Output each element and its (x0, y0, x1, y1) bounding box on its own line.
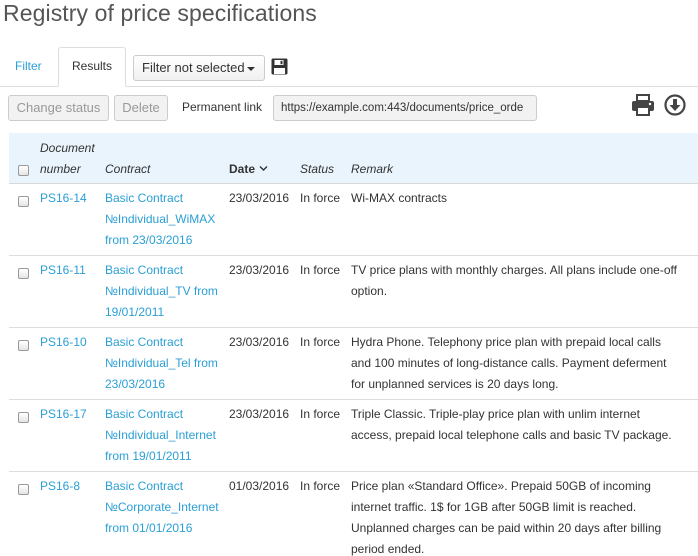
document-number-link[interactable]: PS16-14 (40, 188, 87, 209)
date-cell: 01/03/2016 (229, 479, 290, 493)
remark-line: for unplanned services is 20 days long. (351, 377, 559, 391)
document-number-link[interactable]: PS16-11 (40, 260, 86, 281)
contract-line: №Corporate_Internet (105, 500, 219, 514)
printer-icon[interactable] (631, 94, 655, 116)
remark-line: option. (351, 284, 388, 298)
filter-select[interactable]: Filter not selected (133, 55, 265, 81)
remark-cell: Wi-MAX contracts (351, 188, 447, 209)
date-cell: 23/03/2016 (229, 191, 290, 205)
status-cell: In force (300, 407, 341, 421)
floppy-disk-icon[interactable] (271, 58, 288, 75)
remark-line: Price plan «Standard Office». Prepaid 50… (351, 479, 651, 493)
table-row[interactable]: PS16-8 Basic Contract №Corporate_Interne… (9, 472, 698, 556)
table-header: Document number Contract Date Status Rem… (9, 133, 698, 184)
contract-line: Basic Contract (105, 191, 184, 205)
remark-line: period ended. (351, 542, 425, 556)
caret-down-icon (247, 67, 255, 71)
download-circle-icon[interactable] (664, 94, 686, 116)
contract-line: Basic Contract (105, 263, 184, 277)
header-status[interactable]: Status (300, 162, 334, 176)
contract-line: Basic Contract (105, 407, 184, 421)
filter-select-value: Filter not selected (142, 60, 245, 75)
header-document-line1: Document (40, 141, 95, 155)
row-checkbox[interactable] (18, 340, 29, 351)
remark-line: Hydra Phone. Telephony price plan with p… (351, 335, 661, 349)
permanent-link-label: Permanent link (182, 100, 263, 114)
remark-line: and 100 minutes of long-distance calls. … (351, 356, 667, 370)
contract-link[interactable]: Basic Contract №Individual_TV from 19/01… (105, 260, 218, 323)
contract-line: №Individual_Internet (105, 428, 216, 442)
remark-line: Triple Classic. Triple-play price plan w… (351, 407, 640, 421)
contract-line: 23/03/2016 (105, 377, 166, 391)
contract-link[interactable]: Basic Contract №Individual_Tel from 23/0… (105, 332, 218, 395)
date-cell: 23/03/2016 (229, 263, 290, 277)
contract-link[interactable]: Basic Contract №Individual_Internet from… (105, 404, 216, 467)
contract-line: №Individual_WiMAX (105, 212, 216, 226)
remark-line: Wi-MAX contracts (351, 191, 448, 205)
contract-line: №Individual_TV from (105, 284, 218, 298)
delete-button[interactable]: Delete (114, 95, 168, 121)
remark-line: TV price plans with monthly charges. All… (351, 263, 677, 277)
table-row[interactable]: PS16-11 Basic Contract №Individual_TV fr… (9, 256, 698, 328)
header-contract[interactable]: Contract (105, 162, 150, 176)
remark-line: Unplanned charges can be paid within 20 … (351, 521, 662, 535)
header-date[interactable]: Date (229, 162, 255, 176)
contract-link[interactable]: Basic Contract №Corporate_Internet from … (105, 476, 219, 539)
remark-cell: TV price plans with monthly charges. All… (351, 260, 677, 302)
status-cell: In force (300, 335, 341, 349)
contract-link[interactable]: Basic Contract №Individual_WiMAX from 23… (105, 188, 215, 251)
header-remark[interactable]: Remark (351, 162, 393, 176)
date-cell: 23/03/2016 (229, 407, 290, 421)
contract-line: from 19/01/2011 (105, 449, 192, 463)
table-row[interactable]: PS16-10 Basic Contract №Individual_Tel f… (9, 328, 698, 400)
remark-cell: Hydra Phone. Telephony price plan with p… (351, 332, 667, 395)
date-cell: 23/03/2016 (229, 335, 290, 349)
row-checkbox[interactable] (18, 412, 29, 423)
header-document-line2: number (40, 162, 81, 176)
row-checkbox[interactable] (18, 484, 29, 495)
page: Registry of price specifications Filter … (0, 0, 698, 556)
tab-results[interactable]: Results (58, 47, 126, 87)
change-status-button[interactable]: Change status (8, 95, 109, 121)
tab-filter[interactable]: Filter (3, 48, 54, 86)
contract-line: 19/01/2011 (105, 305, 165, 319)
document-number-link[interactable]: PS16-10 (40, 332, 87, 353)
contract-line: №Individual_Tel from (105, 356, 218, 370)
chevron-down-icon[interactable] (259, 164, 268, 173)
page-title: Registry of price specifications (3, 0, 317, 26)
contract-line: from 23/03/2016 (105, 233, 193, 247)
table-row[interactable]: PS16-17 Basic Contract №Individual_Inter… (9, 400, 698, 472)
table-row[interactable]: PS16-14 Basic Contract №Individual_WiMAX… (9, 184, 698, 256)
document-number-link[interactable]: PS16-8 (40, 476, 80, 497)
remark-line: internet traffic. 1$ for 1GB after 50GB … (351, 500, 637, 514)
status-cell: In force (300, 479, 341, 493)
row-checkbox[interactable] (18, 196, 29, 207)
contract-line: from 01/01/2016 (105, 521, 193, 535)
status-cell: In force (300, 191, 341, 205)
document-number-link[interactable]: PS16-17 (40, 404, 87, 425)
remark-cell: Price plan «Standard Office». Prepaid 50… (351, 476, 661, 556)
status-cell: In force (300, 263, 341, 277)
remark-line: access, prepaid local telephone calls an… (351, 428, 672, 442)
permanent-link-field[interactable]: https://example.com:443/documents/price_… (273, 95, 537, 121)
contract-line: Basic Contract (105, 479, 184, 493)
row-checkbox[interactable] (18, 268, 29, 279)
select-all-checkbox[interactable] (18, 165, 29, 176)
remark-cell: Triple Classic. Triple-play price plan w… (351, 404, 672, 446)
contract-line: Basic Contract (105, 335, 184, 349)
